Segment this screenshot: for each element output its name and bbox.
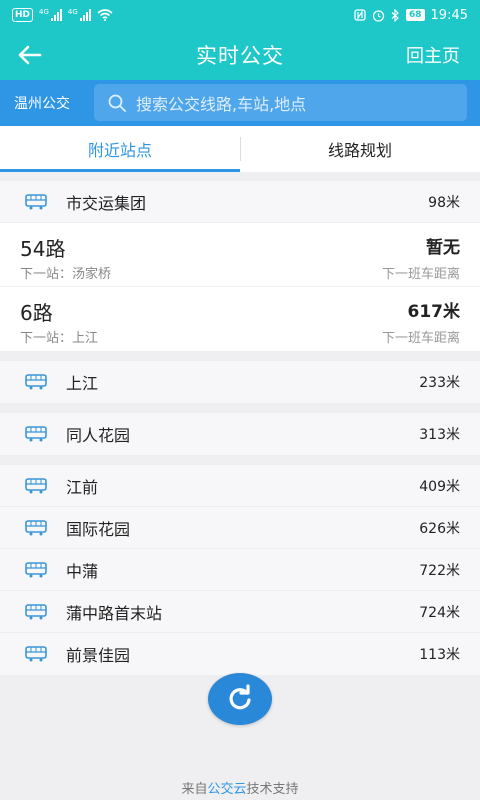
bus-stop-icon <box>25 193 47 209</box>
stop-group: 同人花园 313米 <box>0 413 480 455</box>
tab-divider <box>240 137 241 161</box>
stop-row[interactable]: 市交运集团 98米 <box>0 181 480 223</box>
footer-brand-link[interactable]: 公交云 <box>207 782 246 797</box>
refresh-icon <box>229 684 251 710</box>
line-distance: 617米 <box>407 302 461 322</box>
stop-distance: 626米 <box>419 520 460 537</box>
signal-icon <box>50 9 62 21</box>
stop-row[interactable]: 蒲中路首末站 724米 <box>0 591 480 633</box>
line-distance-caption: 下一班车距离 <box>381 331 460 346</box>
line-name: 54路 <box>20 237 66 261</box>
signal-label-2: 4G <box>67 8 78 16</box>
bluetooth-icon <box>391 8 399 22</box>
stop-distance: 98米 <box>428 194 460 211</box>
nearby-stops-list: 市交运集团 98米 54路 下一站：汤家桥 暂无 下一班车距离 6路 下一站：上… <box>0 181 480 685</box>
wifi-icon <box>97 9 113 21</box>
bus-stop-icon <box>25 519 47 535</box>
stop-group: 上江 233米 <box>0 361 480 403</box>
app-bar: 实时公交 回主页 <box>0 30 480 80</box>
hd-badge: HD <box>12 8 34 22</box>
stop-distance: 722米 <box>419 562 460 579</box>
search-placeholder: 搜索公交线路,车站,地点 <box>136 94 307 114</box>
stop-row[interactable]: 前景佳园 113米 <box>0 633 480 675</box>
stop-name: 市交运集团 <box>66 193 147 213</box>
footer-credit: 来自公交云技术支持 <box>0 778 480 797</box>
footer-prefix: 来自 <box>181 782 208 797</box>
stop-distance: 409米 <box>419 478 460 495</box>
stop-distance: 724米 <box>419 604 460 621</box>
line-distance-caption: 下一班车距离 <box>381 267 460 282</box>
home-button[interactable]: 回主页 <box>406 42 460 68</box>
battery-icon: 68 <box>406 9 425 21</box>
stop-name: 中蒲 <box>66 561 99 581</box>
bus-line-row[interactable]: 54路 下一站：汤家桥 暂无 下一班车距离 <box>0 223 480 287</box>
tab-nearby-stops[interactable]: 附近站点 <box>0 126 240 172</box>
bus-stop-icon <box>25 561 47 577</box>
stop-distance: 113米 <box>419 647 460 663</box>
alarm-icon <box>372 9 385 22</box>
line-name: 6路 <box>20 301 53 325</box>
page-title: 实时公交 <box>196 44 284 68</box>
stop-name: 前景佳园 <box>66 646 131 665</box>
stop-row[interactable]: 国际花园 626米 <box>0 507 480 549</box>
stop-name: 江前 <box>66 477 99 497</box>
stop-distance: 313米 <box>419 427 460 443</box>
back-arrow-icon[interactable] <box>16 41 44 69</box>
stop-distance: 233米 <box>419 375 460 391</box>
signal-label: 4G <box>39 8 49 16</box>
search-icon <box>108 94 126 112</box>
nfc-icon <box>354 9 366 21</box>
bus-stop-icon <box>25 426 47 442</box>
tab-route-planning[interactable]: 线路规划 <box>240 126 480 172</box>
stop-name: 蒲中路首末站 <box>66 603 163 623</box>
bus-stop-icon <box>25 477 47 493</box>
line-distance: 暂无 <box>426 238 460 258</box>
stop-row[interactable]: 上江 233米 <box>0 361 480 403</box>
stop-name: 同人花园 <box>66 426 131 445</box>
bus-stop-icon <box>25 603 47 619</box>
refresh-button[interactable] <box>208 673 272 725</box>
stop-row[interactable]: 中蒲 722米 <box>0 549 480 591</box>
bus-line-row[interactable]: 6路 下一站：上江 617米 下一班车距离 <box>0 287 480 351</box>
status-time: 19:45 <box>430 7 468 23</box>
footer-suffix: 技术支持 <box>246 782 299 797</box>
city-selector[interactable]: 温州公交 <box>0 93 92 113</box>
stop-group: 市交运集团 98米 54路 下一站：汤家桥 暂无 下一班车距离 6路 下一站：上… <box>0 181 480 351</box>
stop-name: 国际花园 <box>66 519 131 539</box>
status-right: 68 19:45 <box>354 8 468 23</box>
stop-row[interactable]: 江前 409米 <box>0 465 480 507</box>
line-next-stop: 下一站：汤家桥 <box>20 267 112 282</box>
line-next-stop: 下一站：上江 <box>20 331 99 346</box>
bus-stop-icon <box>25 374 47 390</box>
stop-group: 江前 409米 国际花园 626米 中蒲 722米 蒲中路首末站 724米 前景… <box>0 465 480 675</box>
status-bar: HD 4G 4G 68 19:45 <box>0 0 480 30</box>
stop-row[interactable]: 同人花园 313米 <box>0 413 480 455</box>
stop-name: 上江 <box>66 374 99 393</box>
status-left: HD 4G 4G <box>12 8 113 22</box>
search-bar: 温州公交 搜索公交线路,车站,地点 <box>0 80 480 126</box>
search-input[interactable]: 搜索公交线路,车站,地点 <box>94 84 467 121</box>
signal-icon-2 <box>79 9 91 21</box>
bus-stop-icon <box>25 646 47 662</box>
